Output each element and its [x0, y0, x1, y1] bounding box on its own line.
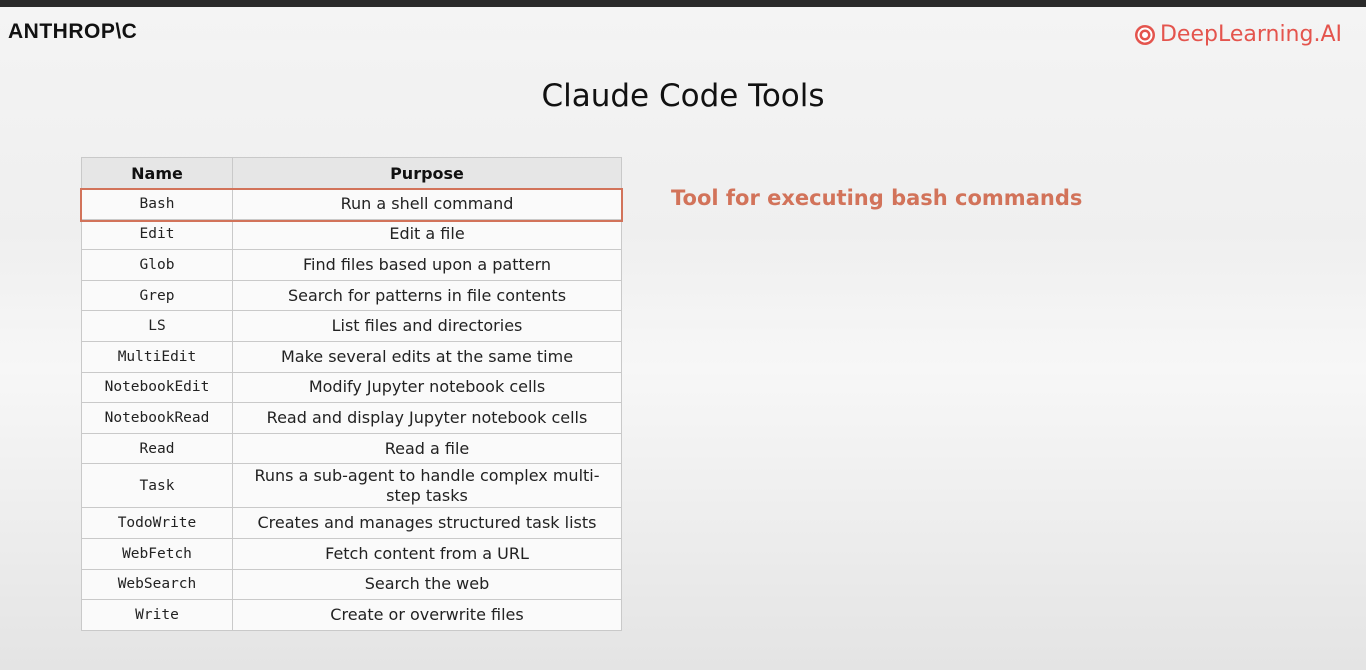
tool-name-cell: MultiEdit	[81, 340, 233, 373]
tool-name-cell: NotebookRead	[81, 402, 233, 434]
tool-name-cell: WebSearch	[81, 568, 233, 601]
tool-purpose-cell: Read a file	[232, 432, 622, 465]
anthropic-logo: ANTHROP\C	[8, 20, 138, 43]
table-row: LS List files and directories	[81, 310, 622, 342]
tool-name-cell: Read	[81, 432, 233, 465]
table-row: MultiEdit Make several edits at the same…	[81, 340, 622, 373]
deeplearning-logo-icon	[1134, 24, 1156, 46]
tool-purpose-cell: Creates and manages structured task list…	[232, 507, 622, 539]
column-header-purpose: Purpose	[232, 157, 622, 189]
tool-purpose-cell: List files and directories	[232, 310, 622, 342]
tool-purpose-cell: Runs a sub-agent to handle complex multi…	[232, 463, 622, 509]
tool-name-cell: LS	[81, 310, 233, 342]
tools-table: Name Purpose Bash Run a shell command Ed…	[81, 157, 622, 631]
tool-name-cell: Glob	[81, 249, 233, 281]
top-border	[0, 0, 1366, 7]
bash-tool-callout: Tool for executing bash commands	[671, 186, 1083, 210]
tool-name-cell: Grep	[81, 279, 233, 312]
table-row: WebFetch Fetch content from a URL	[81, 537, 622, 570]
table-row: WebSearch Search the web	[81, 568, 622, 601]
table-row: Grep Search for patterns in file content…	[81, 279, 622, 312]
tool-purpose-cell: Make several edits at the same time	[232, 340, 622, 373]
table-row: Edit Edit a file	[81, 218, 622, 251]
tool-purpose-cell: Fetch content from a URL	[232, 537, 622, 570]
table-header-row: Name Purpose	[81, 157, 622, 189]
tool-purpose-cell: Read and display Jupyter notebook cells	[232, 402, 622, 434]
table-row: NotebookEdit Modify Jupyter notebook cel…	[81, 371, 622, 404]
table-row: TodoWrite Creates and manages structured…	[81, 507, 622, 539]
table-row: Task Runs a sub-agent to handle complex …	[81, 463, 622, 509]
column-header-name: Name	[81, 157, 233, 189]
table-row: Bash Run a shell command	[81, 188, 622, 220]
tool-purpose-cell: Find files based upon a pattern	[232, 249, 622, 281]
tool-purpose-cell: Run a shell command	[232, 188, 622, 220]
table-row: NotebookRead Read and display Jupyter no…	[81, 402, 622, 434]
tool-purpose-cell: Create or overwrite files	[232, 599, 622, 631]
tool-name-cell: NotebookEdit	[81, 371, 233, 404]
deeplearning-ai-logo: DeepLearning.AI	[1134, 22, 1342, 47]
tool-name-cell: Edit	[81, 218, 233, 251]
table-row: Write Create or overwrite files	[81, 599, 622, 631]
deeplearning-ai-wordmark: DeepLearning.AI	[1159, 22, 1342, 47]
tool-purpose-cell: Search the web	[232, 568, 622, 601]
table-row: Read Read a file	[81, 432, 622, 465]
tool-purpose-cell: Edit a file	[232, 218, 622, 251]
tool-name-cell: TodoWrite	[81, 507, 233, 539]
tool-name-cell: WebFetch	[81, 537, 233, 570]
tool-name-cell: Bash	[81, 188, 233, 220]
tool-purpose-cell: Search for patterns in file contents	[232, 279, 622, 312]
slide-title: Claude Code Tools	[541, 78, 825, 114]
tool-name-cell: Write	[81, 599, 233, 631]
tool-name-cell: Task	[81, 463, 233, 509]
table-row: Glob Find files based upon a pattern	[81, 249, 622, 281]
tool-purpose-cell: Modify Jupyter notebook cells	[232, 371, 622, 404]
